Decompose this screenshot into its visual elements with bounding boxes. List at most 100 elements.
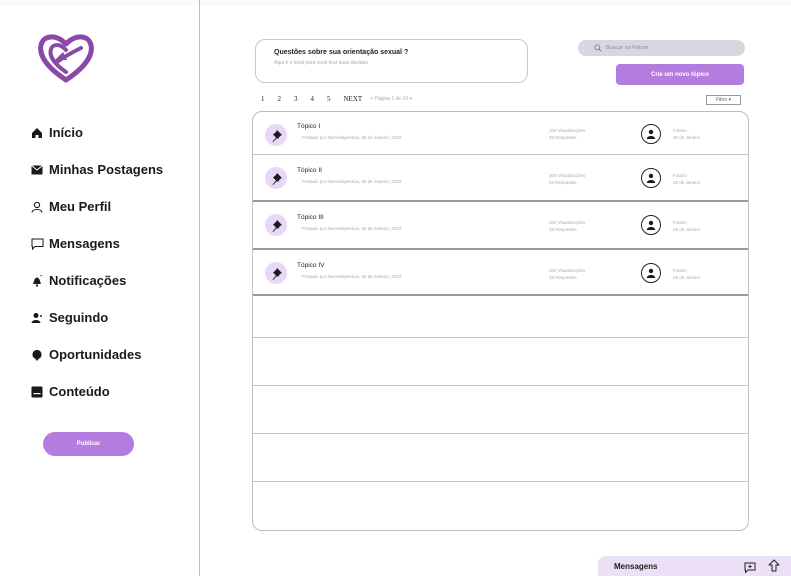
user-avatar-icon xyxy=(646,173,656,183)
bell-icon xyxy=(30,274,44,288)
sidebar-item-label: Conteúdo xyxy=(49,384,110,399)
topic-row[interactable]: Tópico I Postado por Nomedapessoa, 26 de… xyxy=(253,112,748,155)
mail-icon xyxy=(30,163,44,177)
topic-views: 300 Visualizações xyxy=(549,220,586,225)
topic-replies: 28 Respostas xyxy=(549,227,577,232)
last-reply-info: Fulano 28 de Janeiro xyxy=(673,172,700,186)
last-reply-info: Fulano 28 de Janeiro xyxy=(673,267,700,281)
topic-title[interactable]: Tópico IV xyxy=(297,262,324,269)
publish-button[interactable]: Publicar xyxy=(43,432,134,456)
user-icon xyxy=(30,200,44,214)
sidebar-item-label: Oportunidades xyxy=(49,347,142,362)
topic-replies: 28 Respostas xyxy=(549,275,577,280)
topic-replies: 28 Respostas xyxy=(549,180,577,185)
empty-row xyxy=(253,296,748,338)
sidebar-item-oportunidades[interactable]: Oportunidades xyxy=(30,346,163,363)
following-icon xyxy=(30,311,44,325)
user-avatar-icon xyxy=(646,268,656,278)
page-link-2[interactable]: 2 xyxy=(278,95,282,103)
topic-title[interactable]: Tópico I xyxy=(297,123,320,130)
opportunity-icon xyxy=(30,348,44,362)
page-link-3[interactable]: 3 xyxy=(294,95,298,103)
topic-stats: 300 Visualizações 28 Respostas xyxy=(549,219,585,233)
page-link-5[interactable]: 5 xyxy=(327,95,331,103)
forum-subtitle: Aqui é o local para você tirar suas dúvi… xyxy=(274,60,368,66)
heart-logo-icon[interactable] xyxy=(35,30,97,84)
empty-row xyxy=(253,386,748,434)
avatar[interactable] xyxy=(641,124,661,144)
last-reply-date: 30 de Janeiro xyxy=(673,135,701,140)
page-link-4[interactable]: 4 xyxy=(311,95,315,103)
filter-dropdown[interactable]: Filtro ▾ xyxy=(706,95,741,105)
sidebar-item-label: Mensagens xyxy=(49,236,120,251)
avatar[interactable] xyxy=(641,263,661,283)
avatar[interactable] xyxy=(641,215,661,235)
page-link-1[interactable]: 1 xyxy=(261,95,265,103)
topic-views: 300 Visualizações xyxy=(549,173,586,178)
home-icon xyxy=(30,126,44,140)
topic-stats: 100 Visualizações 20 Respostas xyxy=(549,127,585,141)
sidebar-item-label: Minhas Postagens xyxy=(49,162,164,177)
new-message-icon[interactable] xyxy=(744,560,756,576)
topic-row[interactable]: Tópico III Postado por Nomedapessoa, 26 … xyxy=(253,202,748,250)
last-reply-user: Fulano xyxy=(673,128,687,133)
sidebar-item-seguindo[interactable]: Seguindo xyxy=(30,309,163,326)
search-input[interactable]: Buscar no Fórum xyxy=(578,40,745,56)
last-reply-date: 28 de Janeiro xyxy=(673,227,701,232)
empty-row xyxy=(253,434,748,482)
topic-meta: Postado por Nomedapessoa, 26 de Janeiro,… xyxy=(302,226,402,231)
search-placeholder: Buscar no Fórum xyxy=(606,45,649,51)
last-reply-info: Fulano 30 de Janeiro xyxy=(673,127,700,141)
search-icon xyxy=(594,39,602,57)
next-page-link[interactable]: NEXT xyxy=(344,95,363,103)
messages-bar-label: Mensagens xyxy=(614,561,658,571)
topic-replies: 20 Respostas xyxy=(549,135,577,140)
topic-title[interactable]: Tópico II xyxy=(297,167,322,174)
user-avatar-icon xyxy=(646,220,656,230)
sidebar-item-label: Seguindo xyxy=(49,310,109,325)
sidebar-item-label: Meu Perfil xyxy=(49,199,112,214)
last-reply-date: 28 de Janeiro xyxy=(673,275,701,280)
sidebar-item-meu-perfil[interactable]: Meu Perfil xyxy=(30,198,163,215)
empty-row xyxy=(253,338,748,386)
chat-icon xyxy=(30,237,44,251)
topic-row[interactable]: Tópico IV Postado por Nomedapessoa, 26 d… xyxy=(253,250,748,296)
last-reply-info: Fulano 28 de Janeiro xyxy=(673,219,700,233)
avatar[interactable] xyxy=(641,168,661,188)
topic-views: 100 Visualizações xyxy=(549,128,586,133)
content-icon xyxy=(30,385,44,399)
sidebar-item-label: Início xyxy=(49,125,83,140)
last-reply-user: Fulano xyxy=(673,220,687,225)
sidebar-item-minhas-postagens[interactable]: Minhas Postagens xyxy=(30,161,163,178)
pin-icon xyxy=(265,262,287,284)
expand-arrow-icon[interactable] xyxy=(768,559,780,576)
topic-list: Tópico I Postado por Nomedapessoa, 26 de… xyxy=(252,111,749,531)
pin-icon xyxy=(265,214,287,236)
pin-icon xyxy=(265,167,287,189)
topic-row[interactable]: Tópico II Postado por Nomedapessoa, 26 d… xyxy=(253,155,748,202)
pagination: 1 2 3 4 5 NEXT > Página 1 de 10 ▾ xyxy=(261,95,412,103)
forum-title: Questões sobre sua orientação sexual ? xyxy=(274,49,409,56)
topic-stats: 300 Visualizações 28 Respostas xyxy=(549,267,585,281)
sidebar-item-conteudo[interactable]: Conteúdo xyxy=(30,383,163,400)
last-reply-user: Fulano xyxy=(673,268,687,273)
topic-views: 300 Visualizações xyxy=(549,268,586,273)
sidebar-nav: Início Minhas Postagens Meu Perfil Mensa… xyxy=(30,124,163,420)
forum-topic-header: Questões sobre sua orientação sexual ? A… xyxy=(255,39,528,83)
sidebar-item-inicio[interactable]: Início xyxy=(30,124,163,141)
sidebar: Início Minhas Postagens Meu Perfil Mensa… xyxy=(0,0,200,576)
last-reply-user: Fulano xyxy=(673,173,687,178)
last-reply-date: 28 de Janeiro xyxy=(673,180,701,185)
user-avatar-icon xyxy=(646,129,656,139)
sidebar-item-mensagens[interactable]: Mensagens xyxy=(30,235,163,252)
empty-row xyxy=(253,482,748,530)
topic-meta: Postado por Nomedapessoa, 26 de Janeiro,… xyxy=(302,179,402,184)
pin-icon xyxy=(265,124,287,146)
topic-meta: Postado por Nomedapessoa, 26 de Janeiro,… xyxy=(302,135,402,140)
topic-meta: Postado por Nomedapessoa, 26 de Janeiro,… xyxy=(302,274,402,279)
messages-bar[interactable]: Mensagens xyxy=(598,556,791,576)
sidebar-item-notificacoes[interactable]: Notificações xyxy=(30,272,163,289)
create-topic-button[interactable]: Crie um novo tópico xyxy=(616,64,744,85)
page-selector[interactable]: > Página 1 de 10 ▾ xyxy=(370,96,412,102)
topic-title[interactable]: Tópico III xyxy=(297,214,324,221)
